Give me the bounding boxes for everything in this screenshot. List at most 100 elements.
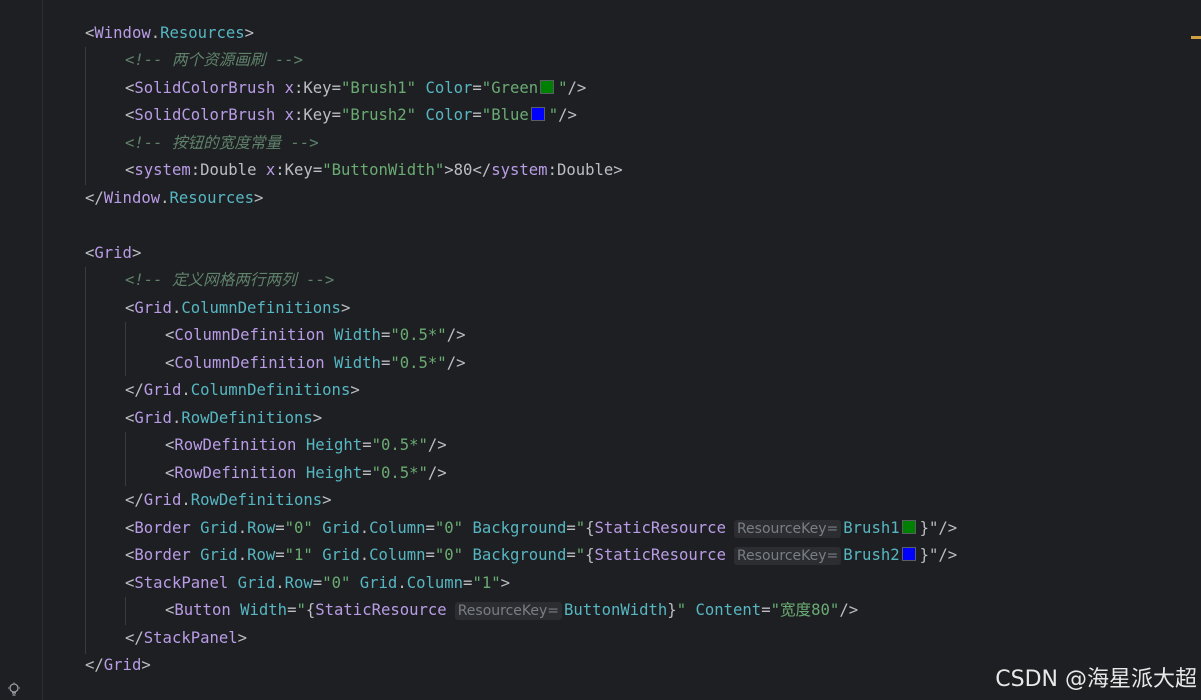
markup-extension: StaticResource: [594, 546, 726, 564]
colon: :: [294, 79, 304, 97]
equals: =: [472, 106, 482, 124]
bracket: <: [165, 436, 175, 454]
colon: :: [547, 161, 557, 179]
blue-color-swatch-icon[interactable]: [901, 547, 916, 561]
dot: .: [275, 574, 285, 592]
code-line-2[interactable]: <!-- 两个资源画刷 -->: [125, 47, 303, 74]
equals: =: [472, 79, 482, 97]
code-line-7[interactable]: </Window.Resources>: [85, 185, 263, 212]
colon: :: [190, 161, 201, 179]
code-line-14[interactable]: </Grid.ColumnDefinitions>: [125, 377, 360, 404]
attr-value: Blue: [491, 106, 529, 124]
code-line-5[interactable]: <!-- 按钮的宽度常量 -->: [125, 130, 319, 157]
lightbulb-icon[interactable]: [6, 682, 22, 698]
code-line-9[interactable]: <Grid>: [85, 240, 141, 267]
bracket: </: [125, 629, 144, 647]
attr-name: Key: [303, 79, 332, 97]
bracket: <: [165, 326, 175, 344]
quote: ": [558, 79, 568, 97]
equals: =: [312, 161, 323, 179]
tag-name: Border: [134, 546, 191, 564]
bracket: >: [141, 656, 151, 674]
code-line-18[interactable]: </Grid.RowDefinitions>: [125, 487, 332, 514]
bracket: >: [322, 491, 332, 509]
attr-namespace: Grid: [359, 574, 398, 592]
colon: :: [294, 106, 304, 124]
scrollbar-marker[interactable]: [1191, 36, 1201, 39]
indent-guide: [125, 322, 126, 376]
code-line-11[interactable]: <Grid.ColumnDefinitions>: [125, 295, 350, 322]
attr-name: Content: [695, 601, 762, 619]
bracket: <: [85, 244, 95, 262]
code-editor[interactable]: <Window.Resources> <!-- 两个资源画刷 --> <Soli…: [43, 0, 1201, 700]
bracket: >: [237, 629, 248, 647]
attr-value: "0.5*": [371, 464, 428, 482]
bracket: <: [125, 409, 135, 427]
bracket: <: [125, 546, 135, 564]
bracket: >: [340, 299, 351, 317]
indent-guide: [85, 47, 86, 185]
bracket: "/>: [929, 519, 958, 537]
code-line-16[interactable]: <RowDefinition Height="0.5*"/>: [165, 432, 447, 459]
attr-value: "1": [284, 546, 313, 564]
markup-extension: StaticResource: [594, 519, 726, 537]
code-line-20[interactable]: <Border Grid.Row="1" Grid.Column="0" Bac…: [125, 542, 957, 569]
attr-name: Width: [240, 601, 288, 619]
code-line-17[interactable]: <RowDefinition Height="0.5*"/>: [165, 460, 447, 487]
attr-name: Width: [334, 354, 381, 372]
tag-namespace: system: [134, 161, 191, 179]
bracket: />: [446, 354, 466, 372]
code-line-24[interactable]: </Grid>: [85, 652, 151, 679]
code-line-4[interactable]: <SolidColorBrush x:Key="Brush2" Color="B…: [125, 102, 577, 129]
tag-name: RowDefinition: [174, 436, 297, 454]
attr-value: "0": [434, 546, 464, 564]
code-line-23[interactable]: </StackPanel>: [125, 625, 247, 652]
tag-property: Resources: [169, 189, 255, 207]
equals: =: [425, 519, 435, 537]
attr-value: "宽度80": [770, 601, 840, 619]
code-line-3[interactable]: <SolidColorBrush x:Key="Brush1" Color="G…: [125, 75, 586, 102]
tag-namespace: Grid: [143, 491, 182, 509]
bracket: <: [125, 519, 135, 537]
brace: }: [667, 601, 677, 619]
attr-name: Row: [247, 546, 276, 564]
attr-name: Color: [425, 79, 473, 97]
equals: =: [761, 601, 771, 619]
brace: {: [585, 546, 595, 564]
green-color-swatch-icon[interactable]: [901, 520, 916, 534]
code-line-15[interactable]: <Grid.RowDefinitions>: [125, 405, 322, 432]
code-line-10[interactable]: <!-- 定义网格两行两列 -->: [125, 267, 334, 294]
code-line-1[interactable]: <Window.Resources>: [85, 20, 254, 47]
green-color-swatch-icon[interactable]: [540, 80, 555, 94]
code-line-13[interactable]: <ColumnDefinition Width="0.5*"/>: [165, 350, 465, 377]
tag-name: RowDefinition: [174, 464, 297, 482]
brace: }: [919, 519, 930, 537]
attr-name: Color: [425, 106, 473, 124]
code-line-19[interactable]: <Border Grid.Row="0" Grid.Column="0" Bac…: [125, 515, 957, 542]
attr-name: Background: [472, 519, 567, 537]
code-line-22[interactable]: <Button Width="{StaticResource ResourceKe…: [165, 597, 858, 624]
xml-comment: <!-- 定义网格两行两列 -->: [125, 271, 335, 289]
attr-name: Height: [305, 436, 363, 454]
code-line-12[interactable]: <ColumnDefinition Width="0.5*"/>: [165, 322, 465, 349]
bracket: >: [350, 381, 360, 399]
bracket: <: [125, 161, 135, 179]
code-line-21[interactable]: <StackPanel Grid.Row="0" Grid.Column="1"…: [125, 570, 510, 597]
code-line-6[interactable]: <system:Double x:Key="ButtonWidth">80</s…: [125, 157, 623, 184]
attr-value: "Brush2": [340, 106, 417, 124]
dot: .: [160, 189, 170, 207]
blue-color-swatch-icon[interactable]: [530, 107, 545, 121]
attr-value: "0": [322, 574, 351, 592]
bracket: <: [165, 354, 175, 372]
bracket: />: [427, 464, 447, 482]
bracket: <: [85, 24, 95, 42]
dot: .: [359, 519, 370, 537]
attr-value: "0.5*": [390, 326, 447, 344]
